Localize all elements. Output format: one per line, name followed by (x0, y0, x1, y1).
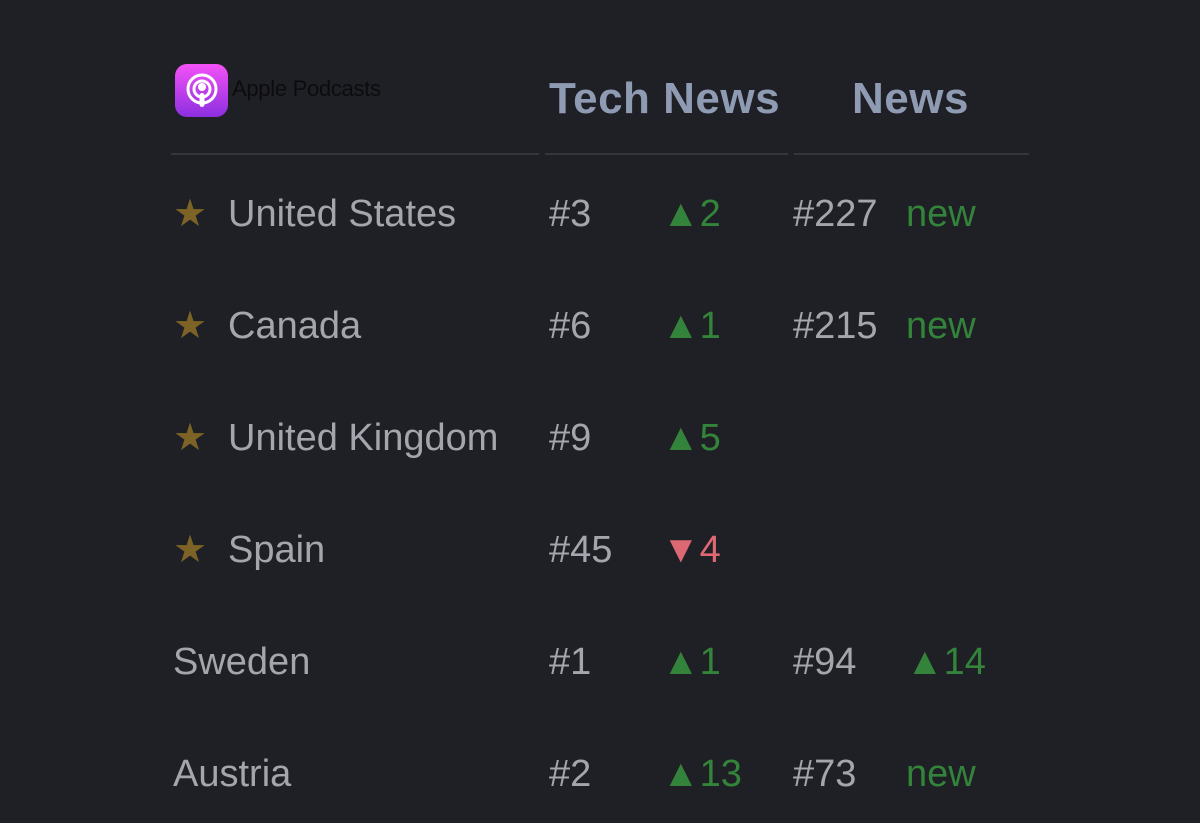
news-rank: #215 (793, 305, 878, 347)
tech-news-change: ▲1 (662, 641, 721, 683)
country-name: Sweden (173, 641, 311, 683)
tech-news-change: ▲5 (662, 417, 721, 459)
table-row[interactable]: ★ United Kingdom #9 ▲5 (0, 408, 1200, 468)
tech-news-rank: #3 (549, 193, 592, 235)
tech-news-rank: #6 (549, 305, 592, 347)
tech-news-change: ▲1 (662, 305, 721, 347)
tech-news-rank: #2 (549, 753, 592, 795)
tech-news-change: ▼4 (662, 529, 721, 571)
star-icon: ★ (173, 417, 208, 459)
tech-news-change: ▲2 (662, 193, 721, 235)
country-name: Canada (228, 305, 362, 347)
news-rank: #227 (793, 193, 878, 235)
table-row[interactable]: ★ Spain #45 ▼4 (0, 520, 1200, 580)
country-name: Spain (228, 529, 326, 571)
star-icon: ★ (173, 529, 208, 571)
news-change: new (906, 305, 976, 347)
news-change: ▲14 (906, 641, 986, 683)
table-row[interactable]: Austria #2 ▲13 #73 new (0, 744, 1200, 804)
news-rank: #94 (793, 641, 857, 683)
tech-news-rank: #45 (549, 529, 613, 571)
tech-news-rank: #1 (549, 641, 592, 683)
table-row[interactable]: Sweden #1 ▲1 #94 ▲14 (0, 632, 1200, 692)
table-row[interactable]: ★ Canada #6 ▲1 #215 new (0, 296, 1200, 356)
star-icon: ★ (173, 193, 208, 235)
country-name: United States (228, 193, 457, 235)
news-rank: #73 (793, 753, 857, 795)
column-header-news: News (852, 74, 969, 123)
country-name: United Kingdom (228, 417, 499, 459)
apple-podcasts-brand: Apple Podcasts (175, 64, 381, 117)
ranking-page: Apple Podcasts Tech News News ★ United St… (0, 0, 1200, 823)
column-header-tech-news: Tech News (549, 74, 781, 123)
tech-news-rank: #9 (549, 417, 592, 459)
table-row[interactable]: ★ United States #3 ▲2 #227 new (0, 184, 1200, 244)
news-change: new (906, 193, 976, 235)
news-change: new (906, 753, 976, 795)
header-divider (171, 153, 539, 155)
star-icon: ★ (173, 305, 208, 347)
brand-name: Apple Podcasts (232, 75, 381, 101)
country-name: Austria (173, 753, 292, 795)
header-divider (794, 153, 1029, 155)
header-divider (545, 153, 788, 155)
podcasts-icon (175, 64, 228, 117)
tech-news-change: ▲13 (662, 753, 742, 795)
